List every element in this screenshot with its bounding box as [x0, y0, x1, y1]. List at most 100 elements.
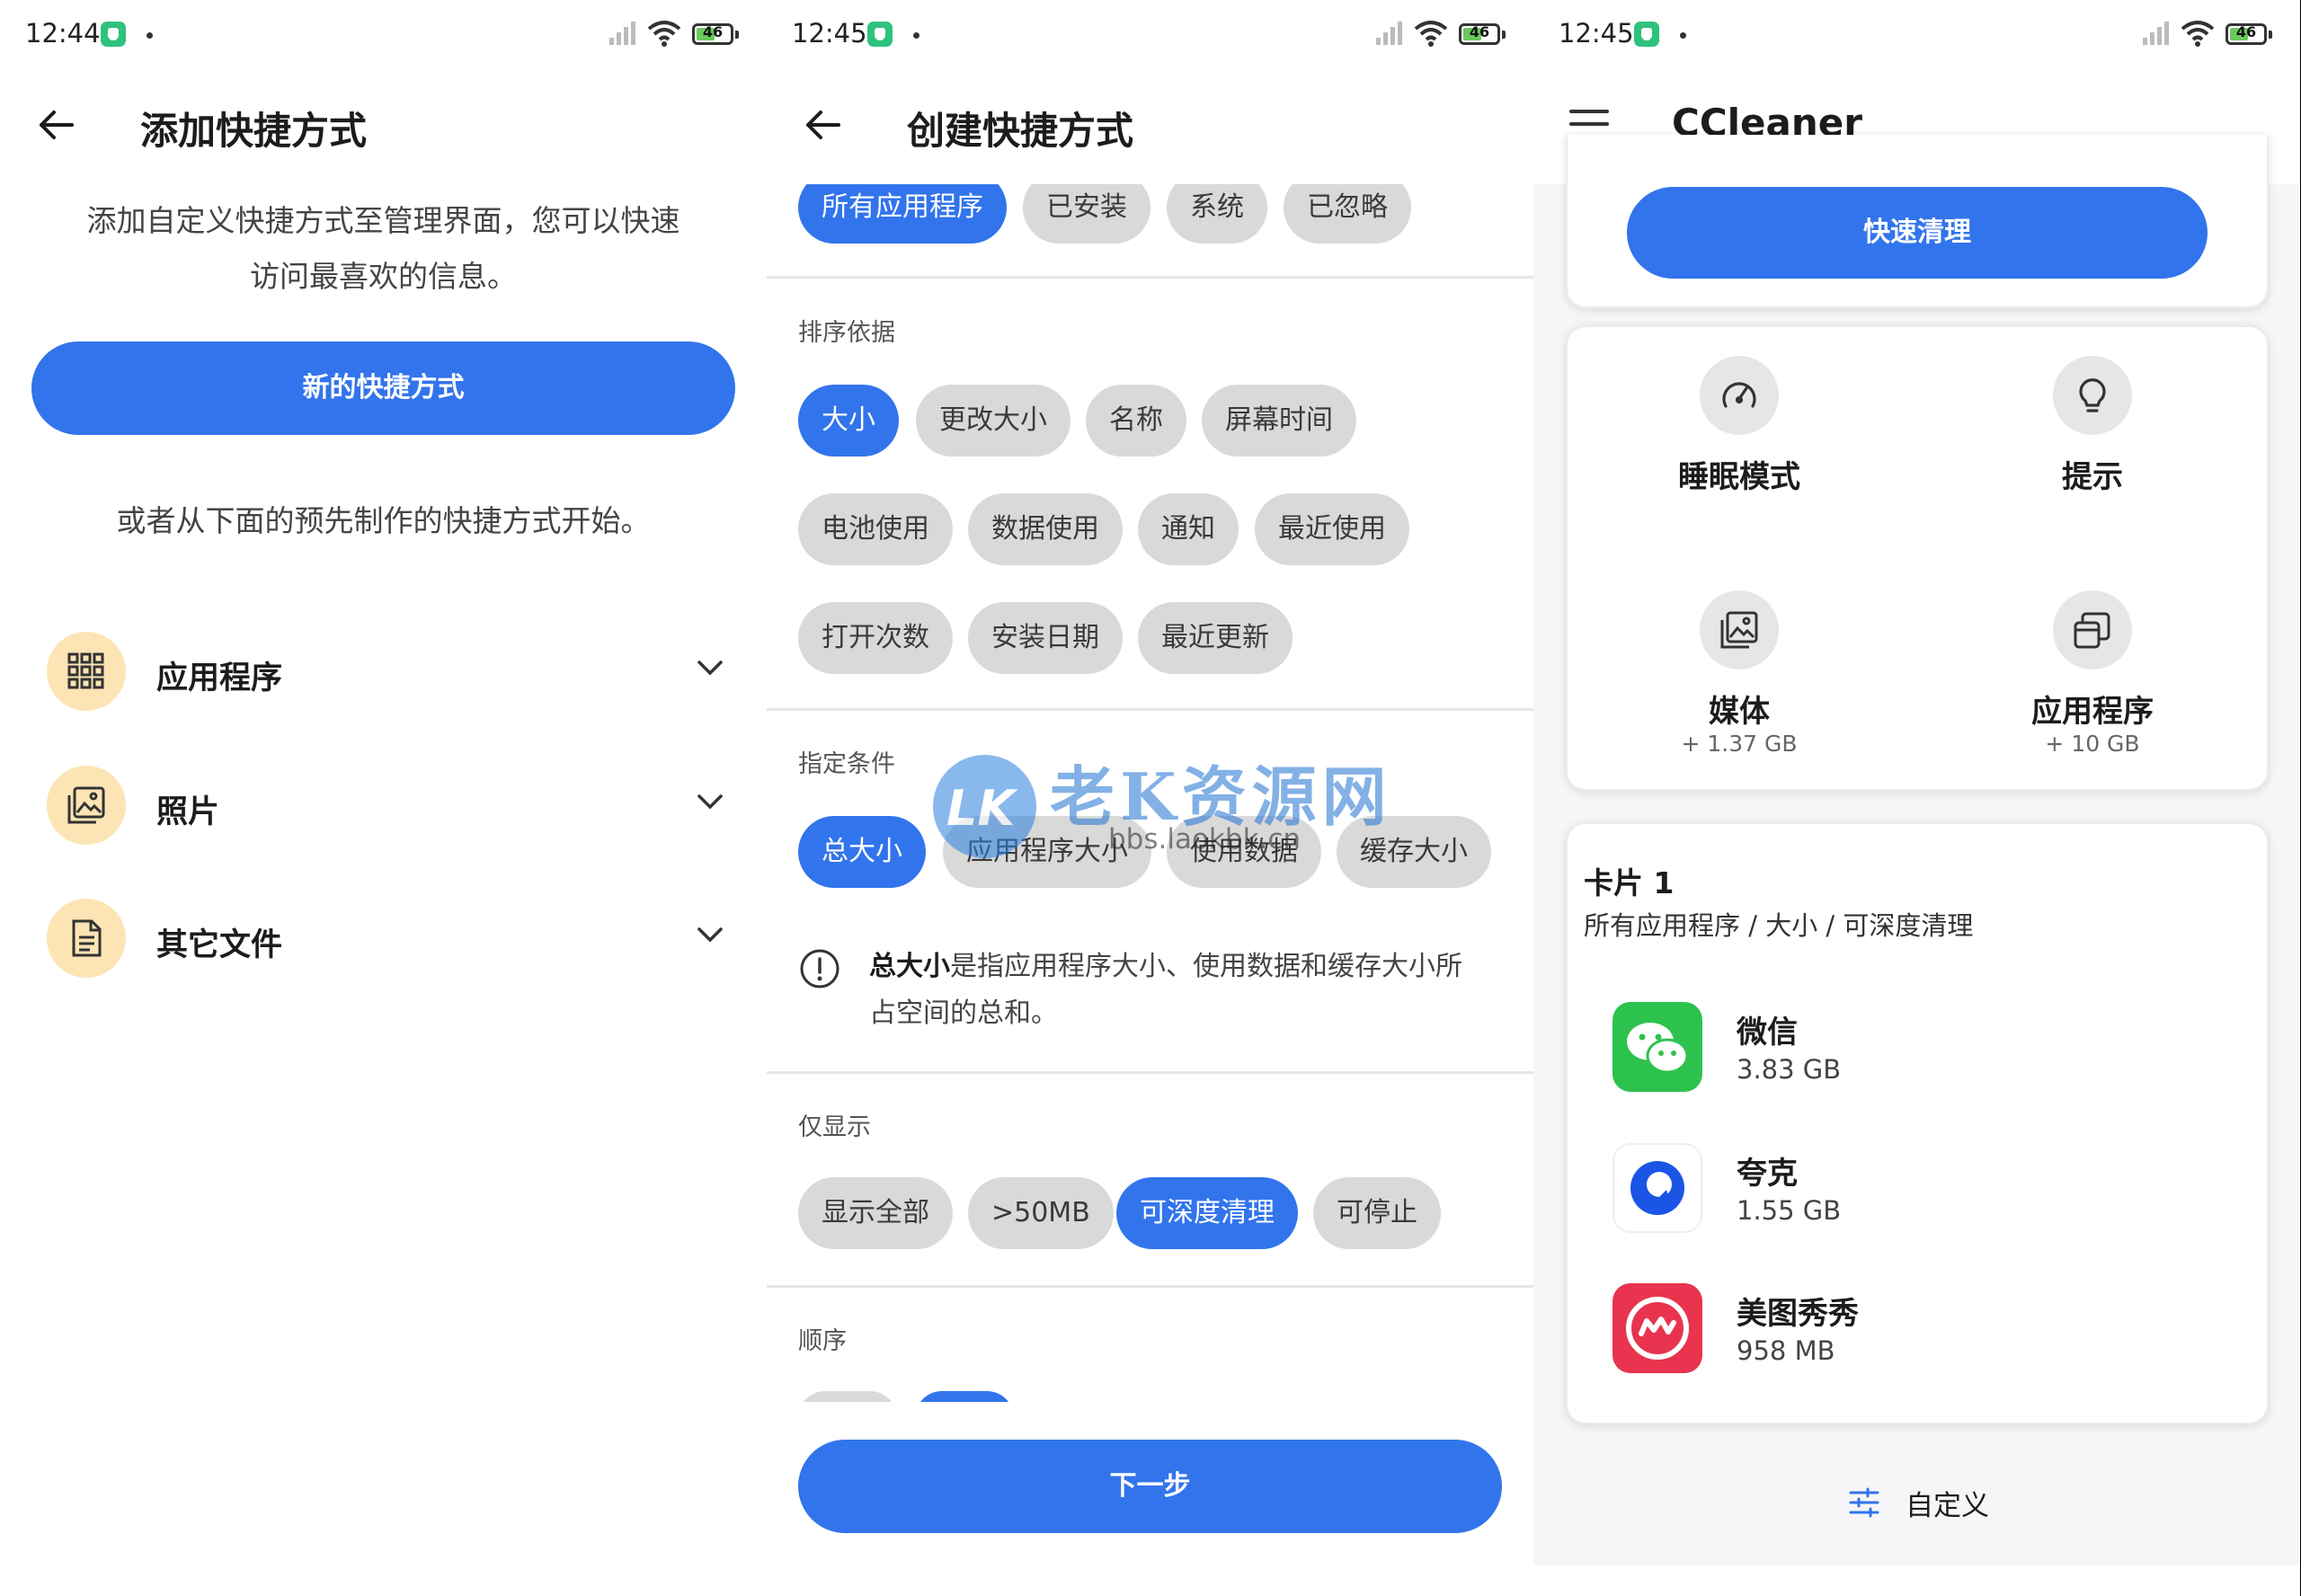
tile-label: 睡眠模式 — [1678, 459, 1800, 495]
notification-dot-icon — [913, 32, 920, 39]
photo-icon — [67, 786, 105, 824]
section-label-condition: 指定条件 — [798, 750, 895, 778]
next-button[interactable]: 下一步 — [798, 1440, 1502, 1533]
back-arrow-icon[interactable] — [803, 105, 842, 145]
app-row-quark[interactable]: 夸克 1.55 GB — [1612, 1143, 2242, 1242]
status-bar: 12:45 46 — [767, 0, 1533, 72]
tile-label: 媒体 — [1709, 694, 1770, 730]
section-label-order: 顺序 — [798, 1327, 847, 1355]
section-label-sort: 排序依据 — [798, 319, 895, 347]
chip-sort-recent-use[interactable]: 最近使用 — [1255, 493, 1409, 565]
chevron-down-icon[interactable] — [696, 791, 724, 812]
chip-show-deep-clean[interactable]: 可深度清理 — [1116, 1177, 1298, 1249]
category-label: 照片 — [156, 794, 220, 830]
card-subtitle: 所有应用程序 / 大小 / 可深度清理 — [1584, 910, 1974, 941]
info-text: 总大小是指应用程序大小、使用数据和缓存大小所 占空间的总和。 — [869, 951, 1462, 1029]
gauge-icon — [1722, 382, 1756, 408]
chip-show-stoppable[interactable]: 可停止 — [1313, 1177, 1441, 1249]
chip-sort-data[interactable]: 数据使用 — [968, 493, 1123, 565]
vpn-icon — [101, 22, 126, 47]
chevron-down-icon[interactable] — [696, 924, 724, 945]
home-indicator[interactable] — [1008, 1573, 1292, 1581]
page-title: 添加快捷方式 — [140, 109, 368, 153]
chip-filter-ignored[interactable]: 已忽略 — [1284, 184, 1411, 244]
home-indicator[interactable] — [1774, 1573, 2058, 1581]
notification-dot-icon — [147, 32, 153, 39]
meitu-icon — [1612, 1283, 1702, 1373]
status-time: 12:44 — [25, 18, 101, 49]
divider — [767, 1285, 1533, 1288]
chip-sort-size[interactable]: 大小 — [798, 385, 899, 457]
chip-sort-screen-time[interactable]: 屏幕时间 — [1202, 385, 1356, 457]
apps-icon — [2074, 612, 2110, 649]
quark-icon — [1612, 1143, 1702, 1233]
wechat-icon — [1612, 1002, 1702, 1092]
vpn-icon — [1634, 22, 1659, 47]
category-apps[interactable]: 应用程序 — [0, 623, 767, 713]
status-time: 12:45 — [792, 18, 867, 49]
chip-show-all[interactable]: 显示全部 — [798, 1177, 953, 1249]
panel-add-shortcut: 12:44 46 添加快捷方式 添加自定义快捷方式至管理界面，您可以快速 访问最… — [0, 0, 767, 1596]
grid-icon — [67, 652, 104, 689]
vpn-icon — [867, 22, 893, 47]
info-icon — [800, 949, 840, 989]
wifi-icon — [647, 21, 681, 47]
app-size: 3.83 GB — [1737, 1054, 1842, 1085]
signal-icon — [1376, 22, 1402, 45]
customize-label: 自定义 — [1906, 1490, 1989, 1522]
chip-sort-notifications[interactable]: 通知 — [1138, 493, 1239, 565]
watermark-url: bbs.laokbk.cn — [1108, 823, 1302, 856]
document-icon — [72, 919, 102, 957]
signal-icon — [2143, 22, 2169, 45]
app-name: 美图秀秀 — [1737, 1296, 1859, 1332]
chip-cond-total-size[interactable]: 总大小 — [798, 816, 926, 888]
or-text: 或者从下面的预先制作的快捷方式开始。 — [116, 503, 651, 538]
notification-dot-icon — [1680, 32, 1686, 39]
tile-sub: + 1.37 GB — [1681, 731, 1798, 757]
chip-sort-size-change[interactable]: 更改大小 — [916, 385, 1071, 457]
app-name: 夸克 — [1737, 1156, 1798, 1192]
divider — [767, 708, 1533, 711]
app-name: 微信 — [1737, 1015, 1798, 1051]
wifi-icon — [2181, 21, 2215, 47]
category-other-files[interactable]: 其它文件 — [0, 890, 767, 980]
status-bar: 12:44 46 — [0, 0, 767, 72]
category-photos[interactable]: 照片 — [0, 757, 767, 847]
status-time: 12:45 — [1559, 18, 1634, 49]
chip-sort-install-date[interactable]: 安装日期 — [968, 602, 1123, 674]
signal-icon — [609, 22, 635, 45]
back-arrow-icon[interactable] — [36, 105, 76, 145]
app-row-meitu[interactable]: 美图秀秀 958 MB — [1612, 1283, 2242, 1382]
app-row-wechat[interactable]: 微信 3.83 GB — [1612, 1002, 2242, 1101]
tile-label: 应用程序 — [2031, 694, 2154, 730]
chip-sort-battery[interactable]: 电池使用 — [798, 493, 953, 565]
home-indicator[interactable] — [241, 1573, 525, 1581]
media-icon — [1720, 611, 1758, 649]
battery-icon: 46 — [692, 23, 739, 45]
chevron-down-icon[interactable] — [696, 657, 724, 678]
chip-filter-installed[interactable]: 已安装 — [1023, 184, 1150, 244]
chip-sort-name[interactable]: 名称 — [1086, 385, 1186, 457]
quick-clean-button[interactable]: 快速清理 — [1627, 187, 2208, 279]
chip-sort-recent-update[interactable]: 最近更新 — [1138, 602, 1293, 674]
bulb-icon — [2079, 378, 2106, 412]
divider — [767, 1071, 1533, 1074]
description-text: 添加自定义快捷方式至管理界面，您可以快速 访问最喜欢的信息。 — [86, 203, 680, 294]
sliders-icon — [1849, 1487, 1879, 1518]
status-bar: 12:45 46 — [1533, 0, 2300, 72]
card-title: 卡片 1 — [1584, 865, 1675, 900]
wifi-icon — [1414, 21, 1448, 47]
watermark-logo: LK — [933, 755, 1036, 858]
category-label: 其它文件 — [156, 927, 283, 963]
section-label-show-only: 仅显示 — [798, 1113, 871, 1141]
tile-sub: + 10 GB — [2045, 731, 2140, 757]
chip-show-50mb[interactable]: >50MB — [968, 1177, 1114, 1249]
divider — [767, 276, 1533, 279]
new-shortcut-button[interactable]: 新的快捷方式 — [31, 341, 735, 435]
chip-sort-open-count[interactable]: 打开次数 — [798, 602, 953, 674]
chip-filter-system[interactable]: 系统 — [1167, 184, 1267, 244]
panel-ccleaner-home: 12:45 46 CCleaner 快速清理 睡眠模式 提示 媒体 + 1.37… — [1533, 0, 2300, 1596]
chip-filter-all-apps[interactable]: 所有应用程序 — [798, 184, 1007, 244]
tile-label: 提示 — [2062, 459, 2123, 495]
battery-icon: 46 — [1459, 23, 1506, 45]
